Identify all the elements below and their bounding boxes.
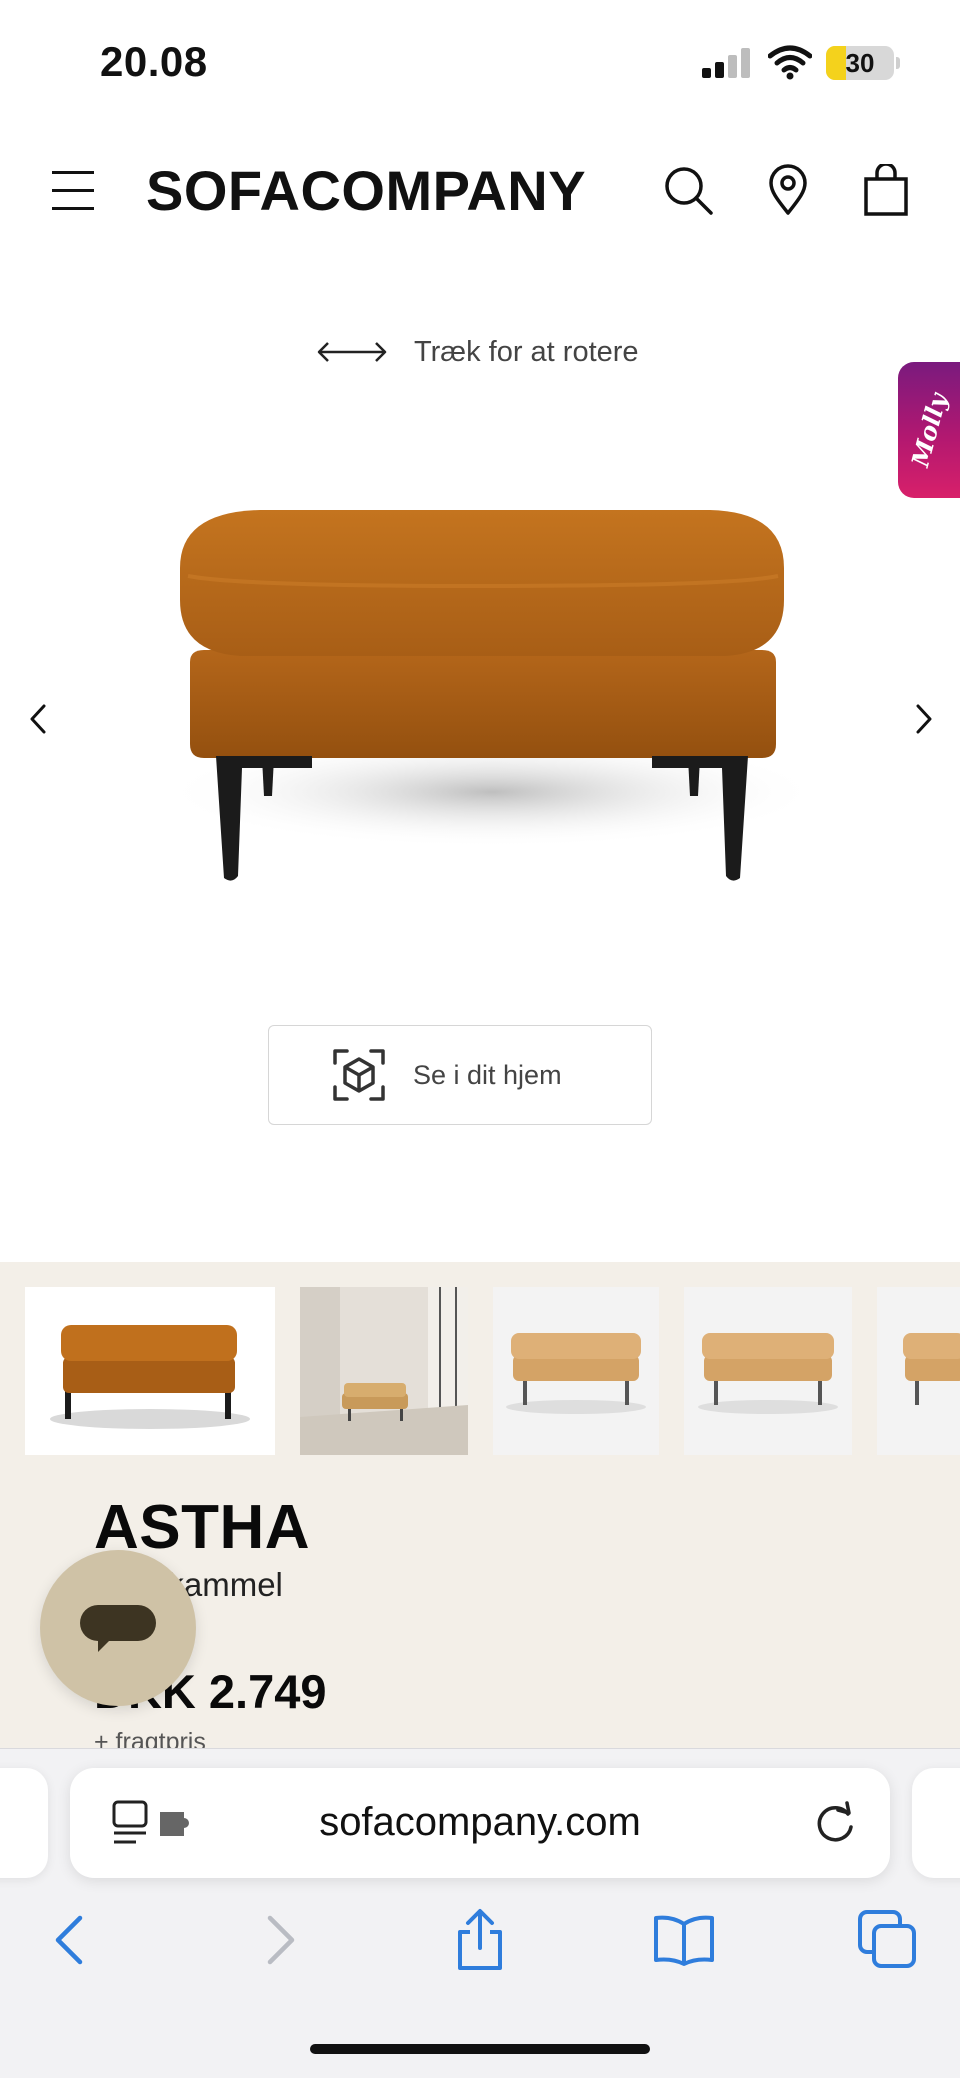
previous-tab-preview[interactable] <box>0 1768 48 1878</box>
battery-level: 30 <box>845 48 875 78</box>
ar-cube-icon <box>333 1049 385 1101</box>
gallery-thumbnail[interactable] <box>877 1287 960 1455</box>
gallery-thumbnail[interactable] <box>25 1287 275 1455</box>
status-time: 20.08 <box>100 38 208 85</box>
cellular-signal-icon <box>702 48 750 78</box>
ar-button-label: Se i dit hjem <box>413 1059 562 1090</box>
status-bar: 20.08 30 <box>0 0 960 130</box>
chat-button[interactable] <box>40 1550 196 1706</box>
chat-bubble-icon <box>80 1605 156 1652</box>
shopping-bag-icon[interactable] <box>860 164 912 216</box>
rotate-hint-text: Træk for at rotere <box>414 335 639 368</box>
bookmarks-icon[interactable] <box>652 1908 716 1972</box>
site-header: SOFACOMPANY <box>0 140 960 240</box>
battery-nub <box>896 57 900 69</box>
tabs-icon[interactable] <box>856 1908 920 1972</box>
back-icon[interactable] <box>40 1908 104 1972</box>
brand-logo[interactable]: SOFACOMPANY <box>146 158 586 223</box>
search-icon[interactable] <box>662 164 714 216</box>
molly-assistant-tab[interactable]: Molly <box>898 362 960 498</box>
address-bar[interactable]: sofacompany.com <box>70 1768 890 1878</box>
chevron-right-icon[interactable] <box>904 694 944 744</box>
home-indicator <box>310 2044 650 2054</box>
menu-icon[interactable] <box>52 168 96 212</box>
location-pin-icon[interactable] <box>762 164 814 216</box>
next-tab-preview[interactable] <box>912 1768 960 1878</box>
product-image-ottoman[interactable] <box>140 500 840 900</box>
gallery-thumbnail[interactable] <box>300 1287 468 1455</box>
wifi-icon <box>768 45 812 80</box>
molly-label: Molly <box>905 390 953 470</box>
page: 20.08 30 SOFACOMPANY Træk for at rotere … <box>0 0 960 2078</box>
gallery-thumbnail[interactable] <box>493 1287 659 1455</box>
url-text: sofacompany.com <box>319 1800 641 1844</box>
reload-icon[interactable] <box>812 1800 858 1846</box>
chevron-left-icon[interactable] <box>18 694 58 744</box>
gallery-thumbnail[interactable] <box>684 1287 852 1455</box>
rotate-hint: Træk for at rotere <box>316 330 639 374</box>
battery-icon: 30 <box>826 46 894 80</box>
freight-note: + fragtpris <box>94 1728 206 1750</box>
forward-icon[interactable] <box>246 1908 310 1972</box>
view-in-home-ar-button[interactable]: Se i dit hjem <box>268 1025 652 1125</box>
rotate-arrows-icon <box>317 342 387 362</box>
share-icon[interactable] <box>448 1908 512 1972</box>
